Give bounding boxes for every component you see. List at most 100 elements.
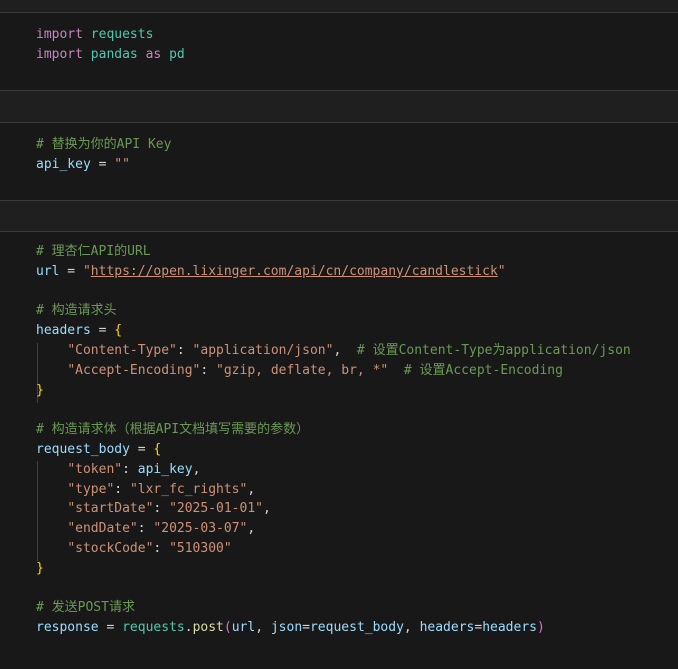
- code-token: post: [192, 620, 224, 636]
- code-token: headers: [482, 620, 537, 636]
- code-token: :: [122, 461, 138, 477]
- code-line[interactable]: # 构造请求体（根据API文档填写需要的参数）: [36, 420, 309, 440]
- code-token: :: [153, 501, 170, 517]
- code-token: }: [36, 382, 44, 398]
- code-token: =: [474, 620, 483, 636]
- code-token: "2025-03-07": [153, 521, 248, 537]
- code-token: ,: [262, 501, 271, 517]
- code-line[interactable]: # 构造请求头: [36, 301, 117, 321]
- code-token: # 设置Accept-Encoding: [403, 362, 563, 378]
- code-token: # 替换为你的API Key: [36, 137, 172, 152]
- code-token: "Accept-Encoding": [67, 362, 201, 378]
- cell-gap: [0, 201, 678, 231]
- code-line[interactable]: }: [36, 381, 44, 401]
- code-token: ): [536, 620, 545, 636]
- code-token: }: [36, 560, 44, 576]
- code-token: :: [200, 362, 217, 378]
- code-token: import: [36, 27, 83, 42]
- code-line[interactable]: "type": "lxr_fc_rights",: [36, 480, 255, 500]
- code-token: "startDate": [67, 501, 154, 517]
- code-token: pandas: [90, 46, 138, 62]
- code-line[interactable]: "Accept-Encoding": "gzip, deflate, br, *…: [36, 361, 563, 381]
- code-line[interactable]: "token": api_key,: [36, 460, 200, 480]
- code-token: "endDate": [67, 521, 138, 537]
- code-line[interactable]: # 理杏仁API的URL: [36, 242, 151, 262]
- code-token: # 设置Content-Type为application/json: [356, 343, 631, 358]
- code-line[interactable]: "Content-Type": "application/json", # 设置…: [36, 341, 631, 361]
- code-line[interactable]: api_key = "": [36, 155, 130, 175]
- code-token: {: [114, 323, 123, 339]
- code-token: # 理杏仁API的URL: [36, 244, 151, 259]
- code-token: ,: [247, 481, 256, 497]
- code-line[interactable]: response = requests.post(url, json=reque…: [36, 618, 545, 638]
- code-line[interactable]: "stockCode": "510300": [36, 539, 231, 559]
- code-line[interactable]: "startDate": "2025-01-01",: [36, 499, 271, 519]
- code-token: "type": [67, 481, 115, 497]
- code-token: =: [90, 156, 115, 172]
- code-line[interactable]: request_body = {: [36, 440, 161, 460]
- code-line[interactable]: }: [36, 559, 44, 579]
- code-token: requests: [90, 27, 154, 42]
- code-token: :: [114, 481, 130, 497]
- code-token: headers: [419, 620, 475, 636]
- code-token: "": [114, 156, 130, 172]
- code-line[interactable]: import pandas as pd: [36, 45, 185, 65]
- code-cell-2[interactable]: # 替换为你的API Key api_key = "": [0, 122, 678, 201]
- code-token: api_key: [36, 156, 91, 172]
- code-token: pd: [169, 46, 185, 62]
- code-token: =: [129, 442, 154, 457]
- code-line[interactable]: # 替换为你的API Key: [36, 135, 171, 155]
- code-token: # 发送POST请求: [36, 600, 135, 616]
- code-token: "token": [67, 461, 123, 477]
- code-token: ,: [192, 461, 201, 477]
- code-token: ,: [255, 620, 271, 636]
- code-token: {: [153, 442, 162, 457]
- code-token: ": [82, 263, 91, 279]
- code-token: =: [59, 263, 83, 279]
- code-token: "2025-01-01": [169, 501, 263, 517]
- code-token: =: [90, 323, 115, 339]
- code-token: =: [302, 620, 310, 636]
- code-token: ,: [247, 521, 256, 537]
- code-token: request_body: [36, 442, 130, 457]
- code-token: url: [231, 620, 256, 636]
- code-line[interactable]: headers = {: [36, 321, 122, 341]
- code-token: import: [36, 46, 83, 62]
- code-token: =: [98, 620, 123, 636]
- code-token: "stockCode": [67, 541, 154, 556]
- code-token: :: [137, 521, 154, 537]
- code-token: url: [36, 263, 60, 279]
- code-cell-3[interactable]: # 理杏仁API的URL url = "https://open.lixinger…: [0, 231, 678, 669]
- code-token: "gzip, deflate, br, *": [216, 362, 389, 378]
- code-token[interactable]: https://open.lixinger.com/api/cn/company…: [91, 264, 498, 279]
- code-line[interactable]: import requests: [36, 25, 153, 45]
- code-line[interactable]: url = "https://open.lixinger.com/api/cn/…: [36, 262, 506, 282]
- code-token: as: [145, 46, 162, 62]
- code-line[interactable]: # 发送POST请求: [36, 598, 135, 618]
- code-line[interactable]: "endDate": "2025-03-07",: [36, 519, 255, 539]
- code-token: .: [184, 620, 193, 636]
- code-token: "Content-Type": [67, 343, 177, 358]
- code-token: "lxr_fc_rights": [129, 481, 248, 497]
- code-token: ,: [403, 620, 420, 636]
- code-cell-1[interactable]: import requests import pandas as pd: [0, 12, 678, 91]
- code-token: api_key: [137, 461, 193, 477]
- code-token: ,: [333, 343, 357, 358]
- code-token: json: [270, 620, 303, 636]
- code-token: "application/json": [192, 343, 334, 358]
- code-token: # 构造请求体（根据API文档填写需要的参数）: [36, 422, 310, 438]
- cell-gap: [0, 91, 678, 122]
- code-token: (: [223, 620, 232, 636]
- code-token: request_body: [309, 620, 404, 636]
